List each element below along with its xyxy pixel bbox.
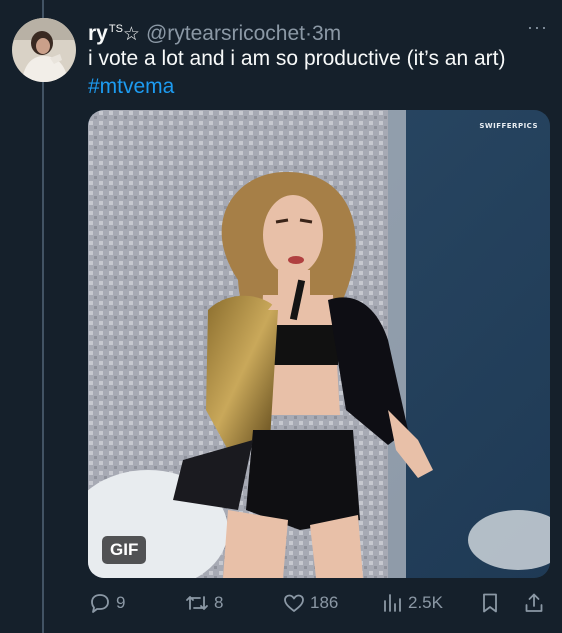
reply-count: 9	[116, 593, 126, 612]
thread-line	[42, 0, 44, 633]
reply-icon	[91, 594, 109, 613]
like-button[interactable]: 186	[282, 588, 338, 618]
tweet-text: i vote a lot and i am so productive (it’…	[88, 47, 506, 70]
hashtag-link[interactable]: #mtvema	[88, 72, 174, 102]
repost-count: 8	[214, 593, 224, 612]
repost-button[interactable]: 8	[184, 588, 223, 618]
like-count: 186	[310, 593, 339, 612]
bookmark-icon	[483, 593, 497, 613]
share-button[interactable]	[522, 588, 550, 618]
gif-frame	[88, 110, 550, 578]
share-icon	[525, 593, 543, 612]
gif-media[interactable]: SWIFFERPICS GIF	[88, 110, 550, 578]
separator: ·	[305, 22, 312, 45]
gif-badge[interactable]: GIF	[102, 536, 147, 564]
bookmark-button[interactable]	[478, 588, 506, 618]
display-name[interactable]: ryTS	[88, 22, 123, 45]
views-icon	[384, 594, 401, 612]
avatar[interactable]	[12, 18, 76, 82]
timestamp[interactable]: 3m	[312, 22, 341, 45]
handle[interactable]: @rytearsricochet	[146, 22, 305, 45]
reply-button[interactable]: 9	[88, 588, 125, 618]
heart-icon	[284, 594, 304, 612]
view-count: 2.5K	[408, 593, 443, 612]
views-button[interactable]: 2.5K	[380, 588, 443, 618]
repost-icon	[186, 596, 208, 610]
star-icon: ☆	[122, 24, 140, 45]
watermark: SWIFFERPICS	[479, 122, 538, 130]
name-badge: TS	[108, 23, 123, 35]
action-bar: 9 8 186 2.5K	[88, 588, 550, 618]
more-icon[interactable]: ···	[527, 18, 548, 36]
